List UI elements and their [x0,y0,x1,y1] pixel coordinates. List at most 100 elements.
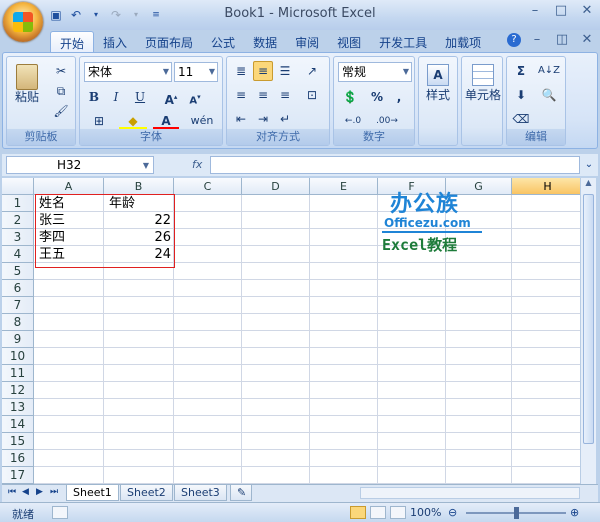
macro-record-icon[interactable] [52,506,68,519]
close-icon[interactable]: ✕ [578,2,596,20]
row-header[interactable]: 10 [2,348,34,365]
sort-filter-icon[interactable]: A↓Z [535,61,563,81]
row-header[interactable]: 6 [2,280,34,297]
decrease-indent-icon[interactable]: ⇤ [231,109,251,129]
row-header[interactable]: 9 [2,331,34,348]
phonetic-icon[interactable]: wén [188,111,216,131]
office-button[interactable] [3,2,43,42]
zoom-slider-thumb[interactable] [514,507,519,519]
column-header-e[interactable]: E [310,178,378,195]
increase-font-icon[interactable]: A▴ [160,87,182,107]
format-painter-icon[interactable]: 🖌 [51,101,71,121]
bold-button[interactable]: B [84,87,104,107]
align-left-icon[interactable]: ≡ [231,85,251,105]
name-box[interactable]: H32 ▼ [6,156,154,174]
decrease-font-icon[interactable]: A▾ [184,87,206,107]
currency-icon[interactable]: 💲 [338,87,362,107]
prev-sheet-icon[interactable]: ◀ [22,487,29,497]
borders-icon[interactable]: ⊞ [84,111,114,131]
tab-formulas[interactable]: 公式 [202,31,244,53]
font-size-select[interactable]: 11 ▼ [174,62,218,82]
row-header[interactable]: 17 [2,467,34,484]
doc-restore-icon[interactable]: ◫ [553,33,571,47]
column-header-d[interactable]: D [242,178,310,195]
insert-sheet-icon[interactable]: ✎ [230,485,252,501]
sheet-tab-2[interactable]: Sheet2 [120,485,173,501]
tab-view[interactable]: 视图 [328,31,370,53]
formula-input[interactable] [210,156,580,174]
font-color-icon[interactable]: A [152,111,180,131]
underline-button[interactable]: U [128,87,152,107]
cut-icon[interactable]: ✂ [51,61,71,81]
tab-insert[interactable]: 插入 [94,31,136,53]
zoom-in-icon[interactable]: ⊕ [570,506,579,519]
column-header-c[interactable]: C [174,178,242,195]
doc-minimize-icon[interactable]: – [528,33,546,47]
percent-button[interactable]: % [368,87,386,107]
row-header[interactable]: 12 [2,382,34,399]
row-header[interactable]: 5 [2,263,34,280]
row-header[interactable]: 15 [2,433,34,450]
fx-icon[interactable]: fx [192,158,202,171]
next-sheet-icon[interactable]: ▶ [36,487,43,497]
decrease-decimal-icon[interactable]: .00→ [372,111,402,131]
row-header[interactable]: 13 [2,399,34,416]
tab-data[interactable]: 数据 [244,31,286,53]
styles-button[interactable]: A 样式 [422,61,454,115]
font-name-select[interactable]: 宋体 ▼ [84,62,172,82]
column-header-b[interactable]: B [104,178,174,195]
number-format-select[interactable]: 常规 ▼ [338,62,412,82]
column-header-h[interactable]: H [512,178,584,195]
vertical-scrollbar[interactable]: ▲ [580,178,596,484]
copy-icon[interactable]: ⧉ [51,81,71,101]
normal-view-icon[interactable] [350,506,366,519]
row-header[interactable]: 2 [2,212,34,229]
merge-center-icon[interactable]: ⊡ [299,85,325,105]
find-select-icon[interactable]: 🔍 [535,85,563,105]
tab-page-layout[interactable]: 页面布局 [136,31,202,53]
column-header-a[interactable]: A [34,178,104,195]
fill-icon[interactable]: ⬇ [509,85,533,105]
orientation-icon[interactable]: ↗ [299,61,325,81]
increase-decimal-icon[interactable]: ←.0 [338,111,368,131]
align-center-icon[interactable]: ≡ [253,85,273,105]
sheet-tab-1[interactable]: Sheet1 [66,485,119,501]
sheet-tab-3[interactable]: Sheet3 [174,485,227,501]
increase-indent-icon[interactable]: ⇥ [253,109,273,129]
maximize-icon[interactable]: □ [552,2,570,20]
autosum-icon[interactable]: Σ [509,61,533,81]
comma-button[interactable]: , [390,87,408,107]
expand-formula-icon[interactable]: ⌄ [582,156,596,174]
tab-review[interactable]: 审阅 [286,31,328,53]
align-right-icon[interactable]: ≡ [275,85,295,105]
select-all-corner[interactable] [2,178,34,195]
clear-icon[interactable]: ⌫ [509,109,533,129]
italic-button[interactable]: I [106,87,126,107]
row-header[interactable]: 1 [2,195,34,212]
row-header[interactable]: 7 [2,297,34,314]
tab-add-ins[interactable]: 加载项 [436,31,490,53]
help-icon[interactable]: ? [507,33,521,47]
doc-close-icon[interactable]: ✕ [578,33,596,47]
zoom-level[interactable]: 100% [410,506,441,519]
horizontal-scrollbar[interactable] [360,487,580,499]
tab-developer[interactable]: 开发工具 [370,31,436,53]
align-bottom-icon[interactable]: ☰ [275,61,295,81]
scroll-up-icon[interactable]: ▲ [581,178,596,192]
wrap-text-icon[interactable]: ↵ [275,109,295,129]
row-header[interactable]: 3 [2,229,34,246]
align-top-icon[interactable]: ≣ [231,61,251,81]
row-header[interactable]: 16 [2,450,34,467]
paste-button[interactable]: 粘贴 [11,61,43,107]
row-header[interactable]: 14 [2,416,34,433]
row-header[interactable]: 4 [2,246,34,263]
last-sheet-icon[interactable]: ⏭ [50,487,58,497]
page-break-view-icon[interactable] [390,506,406,519]
row-header[interactable]: 8 [2,314,34,331]
fill-color-icon[interactable]: ◆ [118,111,148,131]
tab-home[interactable]: 开始 [50,31,95,53]
minimize-icon[interactable]: – [526,2,544,20]
align-middle-icon[interactable]: ≡ [253,61,273,81]
zoom-out-icon[interactable]: ⊖ [448,506,457,519]
first-sheet-icon[interactable]: ⏮ [8,487,16,497]
